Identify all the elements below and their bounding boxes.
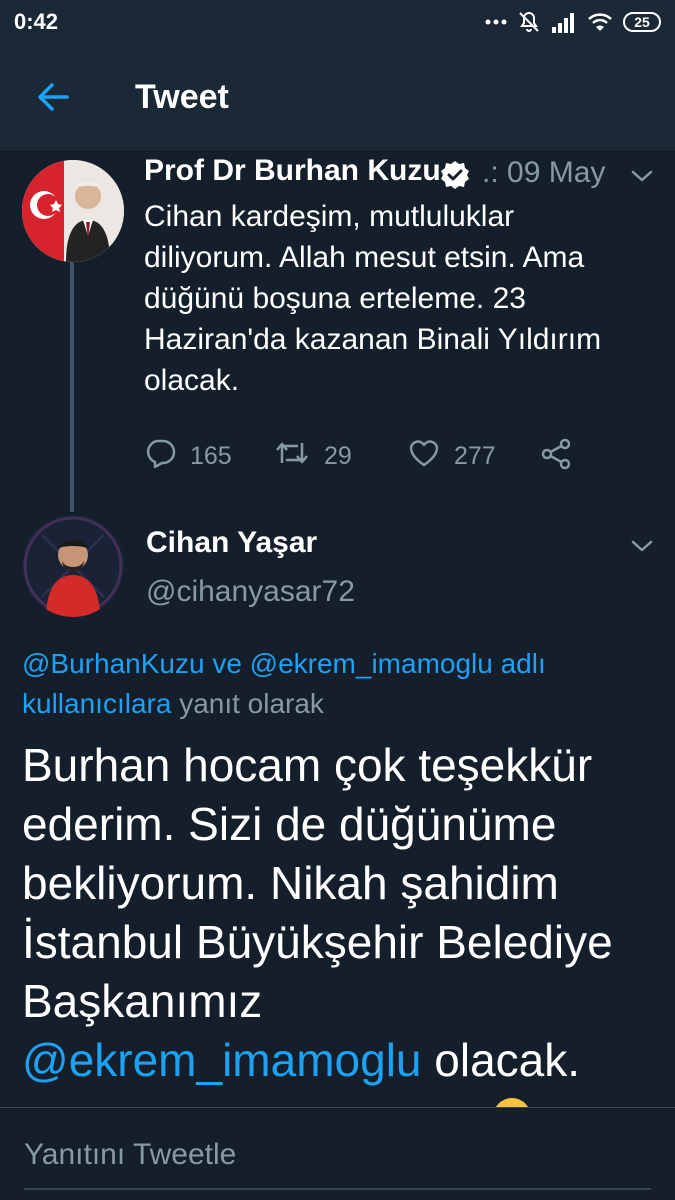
like-button[interactable]: 277 (408, 438, 496, 475)
retweet-icon (274, 438, 310, 475)
wifi-icon (587, 11, 613, 33)
composer-underline (24, 1188, 651, 1190)
chevron-down-icon[interactable] (630, 538, 654, 554)
arrow-left-icon (36, 82, 70, 117)
main-tweet-author-name[interactable]: Cihan Yaşar (146, 526, 317, 560)
reply-icon (144, 438, 176, 475)
status-icons: 25 (485, 8, 661, 36)
thread-connector-line (70, 262, 74, 512)
main-tweet-avatar[interactable] (22, 515, 124, 617)
reply-count: 165 (190, 442, 232, 470)
parent-tweet-actions: 165 29 277 (144, 438, 604, 478)
retweet-count: 29 (324, 442, 352, 470)
mute-icon (517, 10, 541, 34)
reply-composer[interactable]: Yanıtını Tweetle (0, 1107, 675, 1200)
verified-badge-icon (440, 160, 470, 190)
parent-tweet-avatar[interactable] (22, 160, 124, 262)
status-time: 0:42 (14, 9, 59, 34)
retweet-button[interactable]: 29 (274, 438, 352, 475)
parent-tweet-author-name[interactable]: Prof Dr Burhan Kuzu (144, 154, 441, 188)
main-tweet-text-end: olacak. (434, 1034, 581, 1086)
dots-icon (485, 19, 507, 25)
main-tweet-text: Burhan hocam çok teşekkür ederim. Sizi d… (22, 736, 662, 1090)
reply-button[interactable]: 165 (144, 438, 232, 475)
top-app-bar: Tweet (0, 44, 675, 152)
main-tweet-handle[interactable]: @cihanyasar72 (146, 575, 355, 609)
share-button[interactable] (540, 438, 572, 477)
share-icon (540, 438, 572, 477)
page-title: Tweet (135, 78, 229, 116)
main-tweet-text-body: Burhan hocam çok teşekkür ederim. Sizi d… (22, 739, 613, 1027)
replying-to-suffix: yanıt olarak (179, 688, 324, 719)
back-button[interactable] (28, 74, 78, 124)
heart-icon (408, 438, 440, 475)
like-count: 277 (454, 442, 496, 470)
status-bar: 0:42 25 (0, 0, 675, 44)
parent-tweet-date: .: 09 May (482, 156, 606, 189)
mention-link[interactable]: @ekrem_imamoglu (22, 1034, 422, 1086)
battery-icon: 25 (623, 12, 661, 32)
replying-to-line: @BurhanKuzu ve @ekrem_imamoglu adlı kull… (22, 644, 642, 724)
signal-icon (551, 11, 577, 33)
reply-input[interactable]: Yanıtını Tweetle (24, 1138, 236, 1172)
parent-tweet-text: Cihan kardeşim, mutluluklar diliyorum. A… (144, 200, 602, 397)
chevron-down-icon[interactable] (630, 168, 654, 184)
